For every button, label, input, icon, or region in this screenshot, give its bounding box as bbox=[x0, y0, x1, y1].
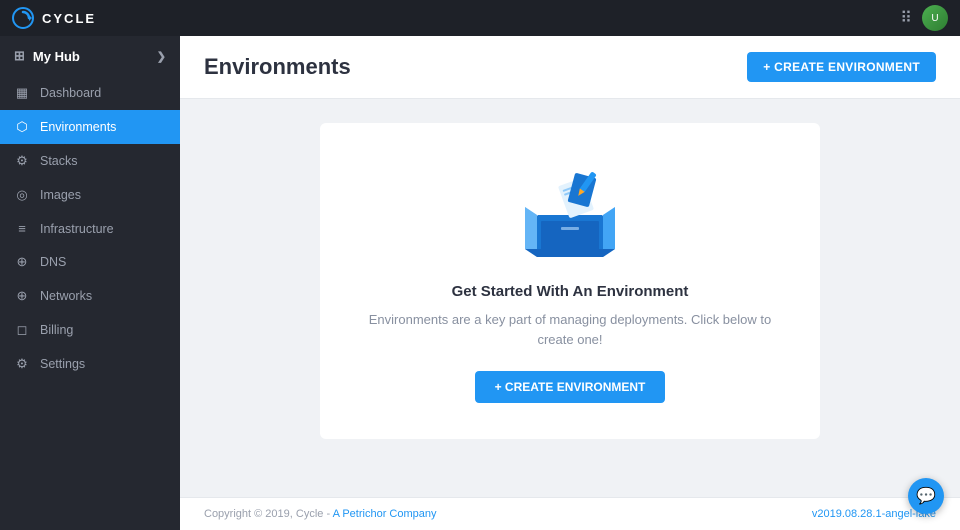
menu-icon[interactable]: ⠿ bbox=[900, 8, 912, 28]
sidebar-item-label: Stacks bbox=[40, 154, 78, 168]
sidebar-item-settings[interactable]: ⚙ Settings bbox=[0, 347, 180, 381]
empty-state-title: Get Started With An Environment bbox=[452, 283, 689, 300]
infrastructure-icon: ≡ bbox=[14, 221, 30, 236]
sidebar-item-billing[interactable]: ◻ Billing bbox=[0, 313, 180, 347]
create-environment-button-center[interactable]: + CREATE ENVIRONMENT bbox=[475, 371, 666, 403]
hub-icon: ⊞ bbox=[14, 48, 25, 64]
logo: CYCLE bbox=[12, 7, 96, 29]
sidebar-item-label: Environments bbox=[40, 120, 116, 134]
sidebar-item-images[interactable]: ◎ Images bbox=[0, 178, 180, 212]
sidebar-item-label: DNS bbox=[40, 255, 66, 269]
layout: ⊞ My Hub ❯ ▦ Dashboard ⬡ Environments ⚙ … bbox=[0, 36, 960, 530]
sidebar-item-label: Settings bbox=[40, 357, 85, 371]
sidebar-hub[interactable]: ⊞ My Hub ❯ bbox=[0, 36, 180, 76]
sidebar-item-dns[interactable]: ⊕ DNS bbox=[0, 245, 180, 279]
chat-icon: 💬 bbox=[916, 486, 936, 506]
sidebar-item-label: Networks bbox=[40, 289, 92, 303]
page-title: Environments bbox=[204, 54, 351, 80]
main-body: Get Started With An Environment Environm… bbox=[180, 99, 960, 497]
sidebar-item-stacks[interactable]: ⚙ Stacks bbox=[0, 144, 180, 178]
sidebar-item-infrastructure[interactable]: ≡ Infrastructure bbox=[0, 212, 180, 245]
sidebar-item-label: Infrastructure bbox=[40, 222, 114, 236]
sidebar-item-environments[interactable]: ⬡ Environments bbox=[0, 110, 180, 144]
sidebar-item-label: Billing bbox=[40, 323, 73, 337]
main-header: Environments + CREATE ENVIRONMENT bbox=[180, 36, 960, 99]
empty-state-illustration bbox=[515, 163, 625, 263]
billing-icon: ◻ bbox=[14, 322, 30, 338]
stacks-icon: ⚙ bbox=[14, 153, 30, 169]
dns-icon: ⊕ bbox=[14, 254, 30, 270]
hub-chevron-icon: ❯ bbox=[157, 50, 166, 63]
footer-company-link[interactable]: A Petrichor Company bbox=[333, 508, 437, 520]
empty-state-description: Environments are a key part of managing … bbox=[350, 310, 790, 349]
sidebar-item-networks[interactable]: ⊕ Networks bbox=[0, 279, 180, 313]
logo-text: CYCLE bbox=[42, 11, 96, 26]
topbar: CYCLE ⠿ U bbox=[0, 0, 960, 36]
topbar-right: ⠿ U bbox=[900, 5, 948, 31]
main-content: Environments + CREATE ENVIRONMENT bbox=[180, 36, 960, 530]
sidebar: ⊞ My Hub ❯ ▦ Dashboard ⬡ Environments ⚙ … bbox=[0, 36, 180, 530]
networks-icon: ⊕ bbox=[14, 288, 30, 304]
empty-state-card: Get Started With An Environment Environm… bbox=[320, 123, 820, 439]
avatar[interactable]: U bbox=[922, 5, 948, 31]
footer-copyright: Copyright © 2019, Cycle - A Petrichor Co… bbox=[204, 508, 437, 520]
footer: Copyright © 2019, Cycle - A Petrichor Co… bbox=[180, 497, 960, 530]
settings-icon: ⚙ bbox=[14, 356, 30, 372]
cycle-logo-icon bbox=[12, 7, 34, 29]
environments-icon: ⬡ bbox=[14, 119, 30, 135]
sidebar-item-label: Images bbox=[40, 188, 81, 202]
dashboard-icon: ▦ bbox=[14, 85, 30, 101]
images-icon: ◎ bbox=[14, 187, 30, 203]
sidebar-item-label: Dashboard bbox=[40, 86, 101, 100]
create-environment-button-top[interactable]: + CREATE ENVIRONMENT bbox=[747, 52, 936, 82]
chat-bubble-button[interactable]: 💬 bbox=[908, 478, 944, 514]
sidebar-item-dashboard[interactable]: ▦ Dashboard bbox=[0, 76, 180, 110]
hub-label: My Hub bbox=[33, 49, 80, 64]
